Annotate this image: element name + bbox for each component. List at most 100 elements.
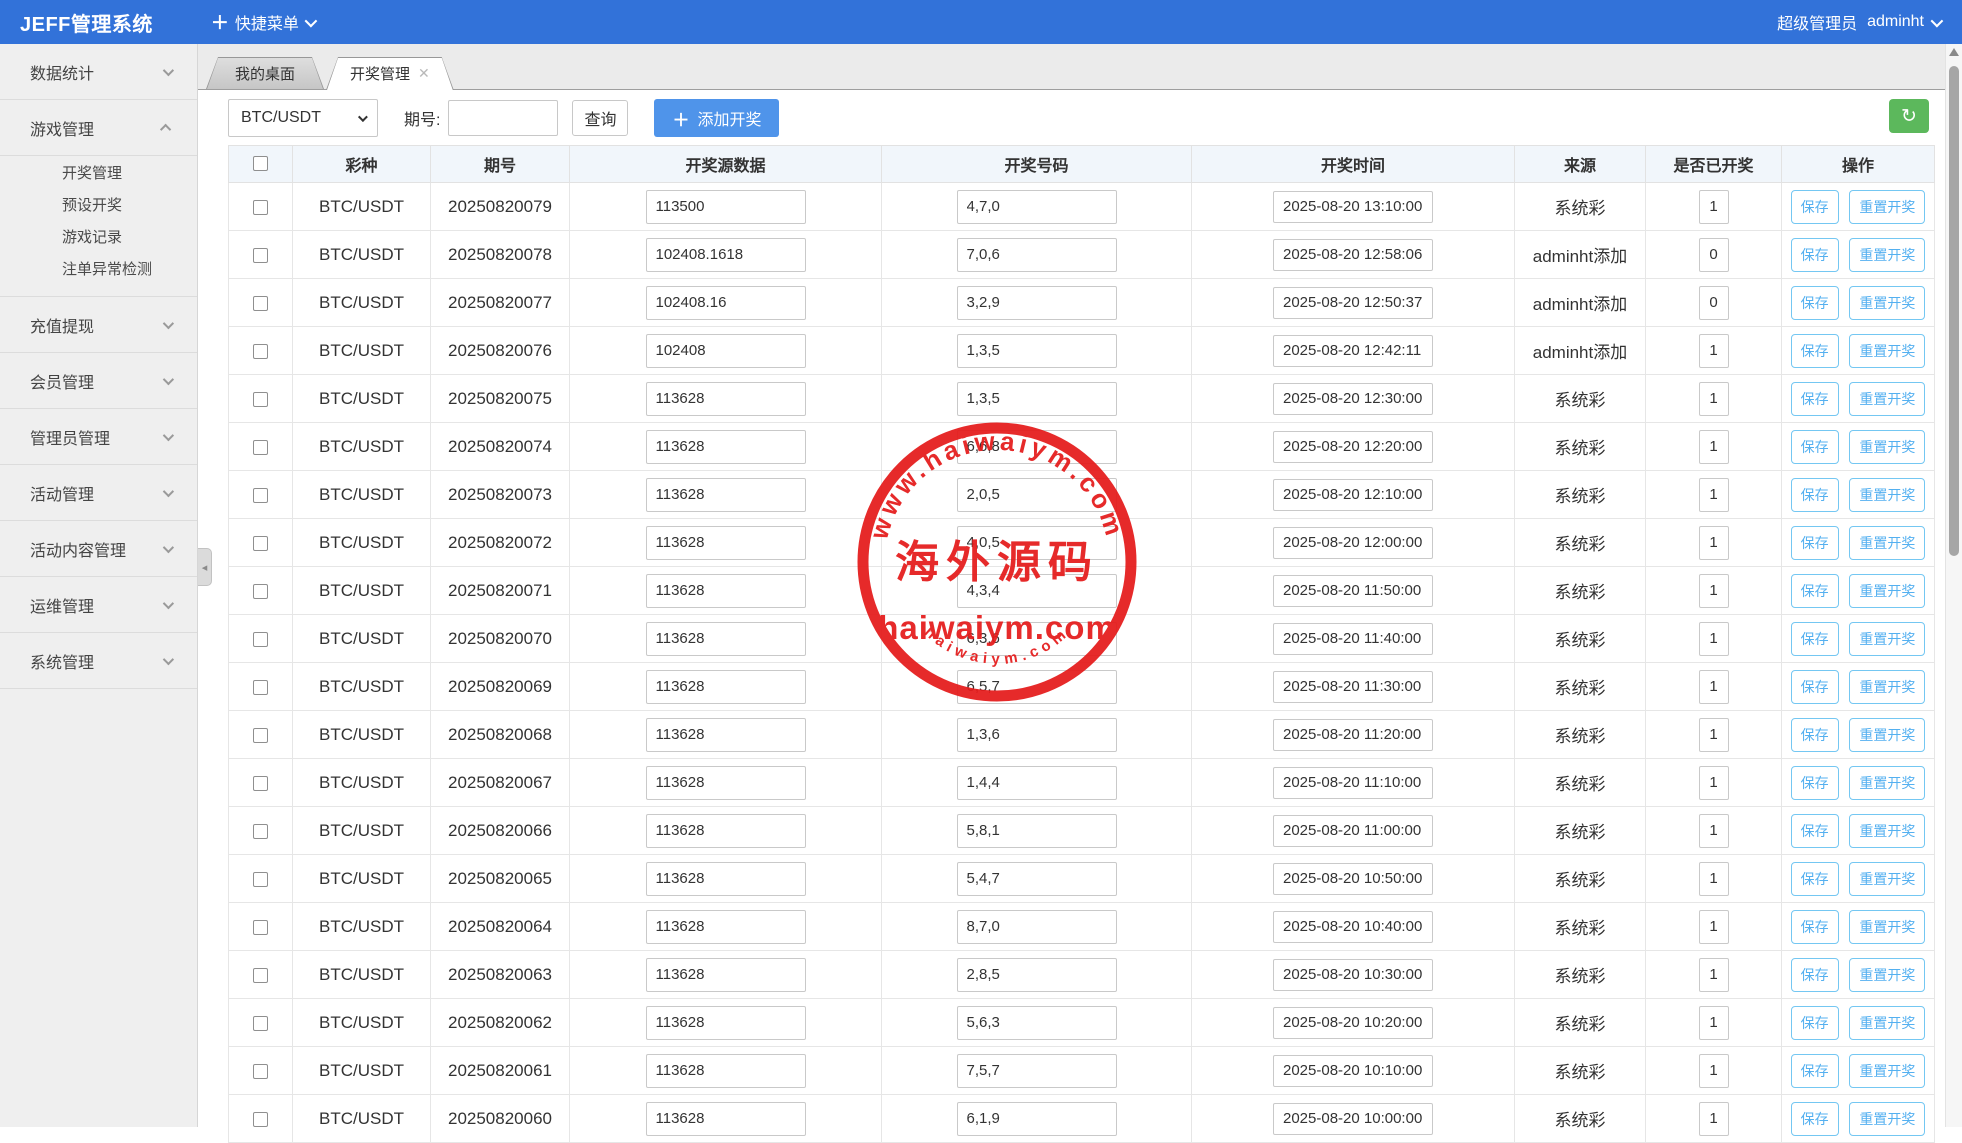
sidebar-item[interactable]: 会员管理 — [0, 353, 197, 409]
drawn-flag-input[interactable] — [1699, 1102, 1729, 1136]
save-button[interactable]: 保存 — [1791, 430, 1839, 464]
source-data-input[interactable] — [646, 334, 806, 368]
draw-number-input[interactable] — [957, 862, 1117, 896]
draw-time-input[interactable] — [1273, 671, 1433, 703]
draw-time-input[interactable] — [1273, 959, 1433, 991]
source-data-input[interactable] — [646, 430, 806, 464]
source-data-input[interactable] — [646, 622, 806, 656]
reset-draw-button[interactable]: 重置开奖 — [1849, 430, 1925, 464]
draw-number-input[interactable] — [957, 718, 1117, 752]
save-button[interactable]: 保存 — [1791, 478, 1839, 512]
draw-number-input[interactable] — [957, 574, 1117, 608]
source-data-input[interactable] — [646, 190, 806, 224]
draw-number-input[interactable] — [957, 526, 1117, 560]
row-checkbox[interactable] — [253, 392, 268, 407]
draw-number-input[interactable] — [957, 622, 1117, 656]
draw-number-input[interactable] — [957, 286, 1117, 320]
draw-number-input[interactable] — [957, 478, 1117, 512]
draw-time-input[interactable] — [1273, 239, 1433, 271]
drawn-flag-input[interactable] — [1699, 478, 1729, 512]
draw-time-input[interactable] — [1273, 1055, 1433, 1087]
source-data-input[interactable] — [646, 382, 806, 416]
reset-draw-button[interactable]: 重置开奖 — [1849, 622, 1925, 656]
draw-time-input[interactable] — [1273, 767, 1433, 799]
reset-draw-button[interactable]: 重置开奖 — [1849, 190, 1925, 224]
drawn-flag-input[interactable] — [1699, 526, 1729, 560]
row-checkbox[interactable] — [253, 824, 268, 839]
draw-time-input[interactable] — [1273, 287, 1433, 319]
row-checkbox[interactable] — [253, 584, 268, 599]
reset-draw-button[interactable]: 重置开奖 — [1849, 766, 1925, 800]
sidebar-item[interactable]: 管理员管理 — [0, 409, 197, 465]
sidebar-subitem[interactable]: 游戏记录 — [0, 222, 197, 254]
draw-time-input[interactable] — [1273, 911, 1433, 943]
source-data-input[interactable] — [646, 958, 806, 992]
draw-time-input[interactable] — [1273, 815, 1433, 847]
draw-time-input[interactable] — [1273, 863, 1433, 895]
draw-number-input[interactable] — [957, 382, 1117, 416]
source-data-input[interactable] — [646, 910, 806, 944]
drawn-flag-input[interactable] — [1699, 718, 1729, 752]
draw-number-input[interactable] — [957, 1006, 1117, 1040]
drawn-flag-input[interactable] — [1699, 1006, 1729, 1040]
row-checkbox[interactable] — [253, 296, 268, 311]
source-data-input[interactable] — [646, 1006, 806, 1040]
source-data-input[interactable] — [646, 286, 806, 320]
draw-time-input[interactable] — [1273, 191, 1433, 223]
reset-draw-button[interactable]: 重置开奖 — [1849, 1054, 1925, 1088]
row-checkbox[interactable] — [253, 344, 268, 359]
draw-time-input[interactable] — [1273, 1007, 1433, 1039]
issue-input[interactable] — [448, 100, 558, 136]
row-checkbox[interactable] — [253, 200, 268, 215]
draw-time-input[interactable] — [1273, 383, 1433, 415]
reset-draw-button[interactable]: 重置开奖 — [1849, 910, 1925, 944]
save-button[interactable]: 保存 — [1791, 814, 1839, 848]
draw-time-input[interactable] — [1273, 1103, 1433, 1135]
save-button[interactable]: 保存 — [1791, 382, 1839, 416]
reset-draw-button[interactable]: 重置开奖 — [1849, 1006, 1925, 1040]
save-button[interactable]: 保存 — [1791, 910, 1839, 944]
reset-draw-button[interactable]: 重置开奖 — [1849, 478, 1925, 512]
row-checkbox[interactable] — [253, 968, 268, 983]
row-checkbox[interactable] — [253, 488, 268, 503]
drawn-flag-input[interactable] — [1699, 670, 1729, 704]
drawn-flag-input[interactable] — [1699, 862, 1729, 896]
tab[interactable]: 开奖管理✕ — [326, 57, 454, 90]
drawn-flag-input[interactable] — [1699, 766, 1729, 800]
source-data-input[interactable] — [646, 862, 806, 896]
reset-draw-button[interactable]: 重置开奖 — [1849, 574, 1925, 608]
row-checkbox[interactable] — [253, 536, 268, 551]
draw-time-input[interactable] — [1273, 623, 1433, 655]
source-data-input[interactable] — [646, 526, 806, 560]
save-button[interactable]: 保存 — [1791, 862, 1839, 896]
save-button[interactable]: 保存 — [1791, 334, 1839, 368]
source-data-input[interactable] — [646, 670, 806, 704]
sidebar-collapse-handle[interactable]: ◂ — [198, 548, 212, 586]
add-draw-button[interactable]: ＋ 添加开奖 — [654, 99, 779, 137]
reset-draw-button[interactable]: 重置开奖 — [1849, 1102, 1925, 1136]
row-checkbox[interactable] — [253, 680, 268, 695]
save-button[interactable]: 保存 — [1791, 718, 1839, 752]
draw-time-input[interactable] — [1273, 335, 1433, 367]
save-button[interactable]: 保存 — [1791, 238, 1839, 272]
quick-menu-button[interactable]: ＋ 快捷菜单 — [211, 9, 314, 35]
drawn-flag-input[interactable] — [1699, 430, 1729, 464]
drawn-flag-input[interactable] — [1699, 1054, 1729, 1088]
drawn-flag-input[interactable] — [1699, 238, 1729, 272]
sidebar-item[interactable]: 系统管理 — [0, 633, 197, 689]
reset-draw-button[interactable]: 重置开奖 — [1849, 382, 1925, 416]
drawn-flag-input[interactable] — [1699, 958, 1729, 992]
draw-number-input[interactable] — [957, 958, 1117, 992]
reset-draw-button[interactable]: 重置开奖 — [1849, 238, 1925, 272]
sidebar-item[interactable]: 数据统计 — [0, 44, 197, 100]
source-data-input[interactable] — [646, 478, 806, 512]
reset-draw-button[interactable]: 重置开奖 — [1849, 670, 1925, 704]
save-button[interactable]: 保存 — [1791, 526, 1839, 560]
save-button[interactable]: 保存 — [1791, 286, 1839, 320]
drawn-flag-input[interactable] — [1699, 622, 1729, 656]
scroll-up-arrow-icon[interactable] — [1949, 48, 1959, 56]
source-data-input[interactable] — [646, 718, 806, 752]
sidebar-subitem[interactable]: 开奖管理 — [0, 158, 197, 190]
source-data-input[interactable] — [646, 1102, 806, 1136]
row-checkbox[interactable] — [253, 728, 268, 743]
